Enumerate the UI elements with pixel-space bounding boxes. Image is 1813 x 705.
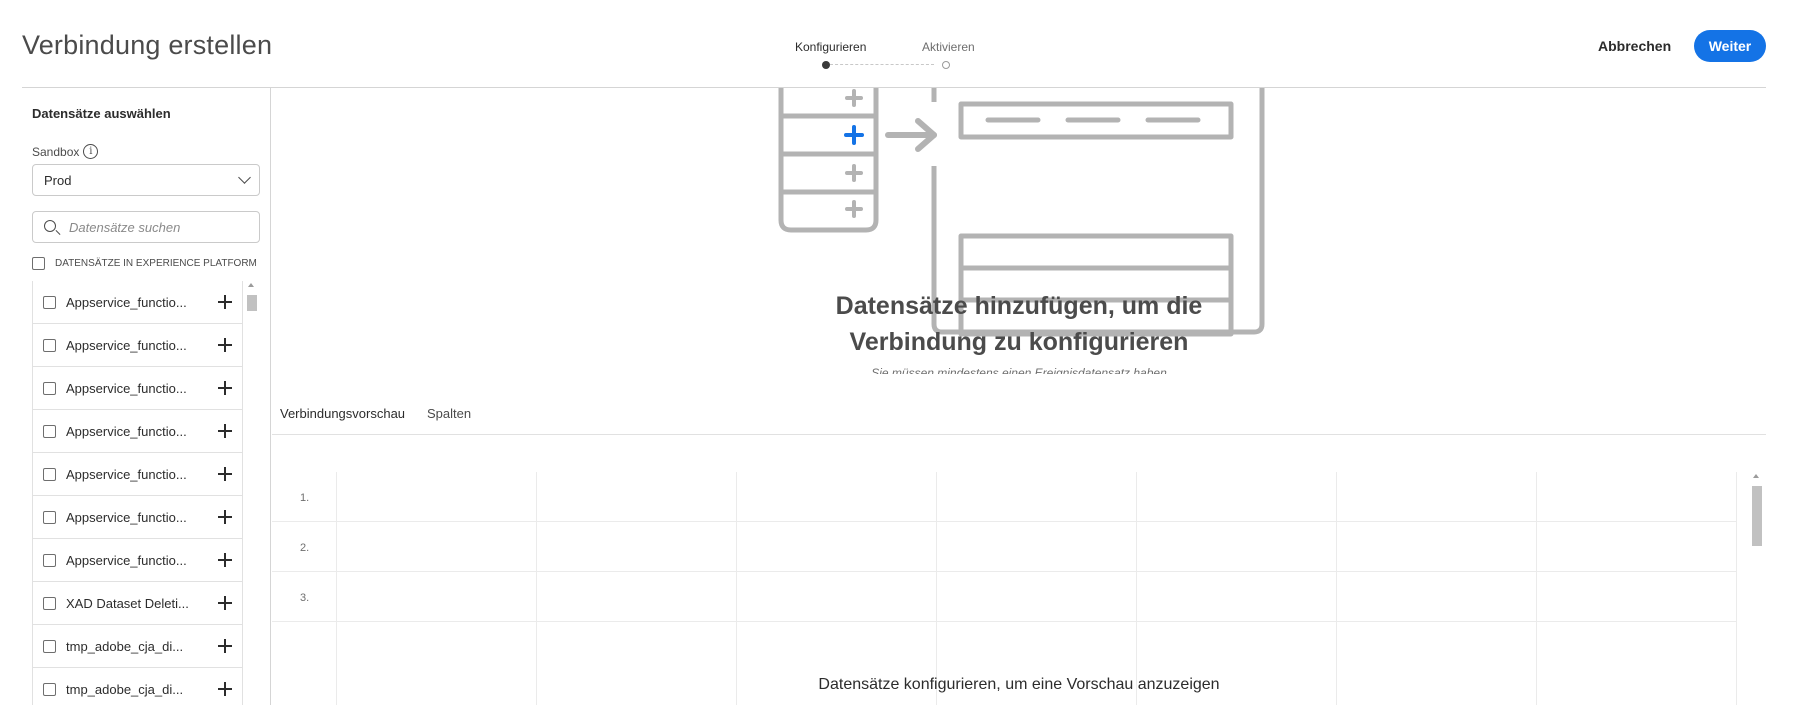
dataset-row[interactable]: Appservice_functio... <box>33 496 242 539</box>
dataset-name: tmp_adobe_cja_di... <box>66 638 184 654</box>
dataset-checkbox[interactable] <box>43 510 56 524</box>
column-divider <box>536 472 537 705</box>
dataset-search-input[interactable]: Datensätze suchen <box>32 211 260 243</box>
step-activate-dot <box>942 61 950 69</box>
sandbox-dropdown[interactable]: Prod <box>32 164 260 196</box>
column-divider <box>736 472 737 705</box>
column-divider <box>1336 472 1337 705</box>
column-divider <box>1536 472 1537 705</box>
dataset-sidebar: Datensätze auswählen Sandbox i Prod Date… <box>22 88 271 705</box>
add-icon[interactable] <box>218 639 232 653</box>
dataset-checkbox[interactable] <box>43 338 56 352</box>
preview-scrollbar[interactable] <box>1750 472 1764 705</box>
tab-columns[interactable]: Spalten <box>427 406 471 434</box>
column-divider <box>936 472 937 705</box>
dataset-checkbox[interactable] <box>43 295 56 309</box>
dataset-list-header-label: DATENSÄTZE IN EXPERIENCE PLATFORM <box>55 257 257 269</box>
connection-canvas: Datensätze hinzufügen, um die Verbindung… <box>272 88 1766 705</box>
dataset-name: Appservice_functio... <box>66 380 187 396</box>
dataset-name: tmp_adobe_cja_di... <box>66 681 184 697</box>
empty-state-title-line1: Datensätze hinzufügen, um die <box>835 292 1203 320</box>
row-number: 2. <box>300 542 310 554</box>
step-connector <box>830 64 934 65</box>
table-row: 2. <box>272 522 1736 572</box>
dataset-row[interactable]: tmp_adobe_cja_di... <box>33 625 242 668</box>
dataset-row[interactable]: Appservice_functio... <box>33 281 242 324</box>
empty-state-subtitle: Sie müssen mindestens einen Ereignisdate… <box>871 366 1167 374</box>
scroll-up-arrow-icon[interactable] <box>248 283 254 287</box>
dataset-list: Appservice_functio... Appservice_functio… <box>32 281 243 705</box>
dataset-name: XAD Dataset Deleti... <box>66 595 189 611</box>
preview-grid: 1. 2. 3. <box>272 472 1737 705</box>
add-icon[interactable] <box>218 510 232 524</box>
dataset-row[interactable]: Appservice_functio... <box>33 453 242 496</box>
dataset-checkbox[interactable] <box>43 381 56 395</box>
dataset-row[interactable]: Appservice_functio... <box>33 410 242 453</box>
dataset-list-scrollbar[interactable] <box>245 281 259 705</box>
dataset-checkbox[interactable] <box>43 424 56 438</box>
header: Verbindung erstellen Konfigurieren Aktiv… <box>0 0 1813 88</box>
row-number: 1. <box>300 492 310 504</box>
dataset-name: Appservice_functio... <box>66 294 187 310</box>
add-icon[interactable] <box>218 467 232 481</box>
dataset-row[interactable]: Appservice_functio... <box>33 367 242 410</box>
dataset-row[interactable]: tmp_adobe_cja_di... <box>33 668 242 705</box>
table-row: 1. <box>272 472 1736 522</box>
dataset-name: Appservice_functio... <box>66 509 187 525</box>
add-icon[interactable] <box>218 295 232 309</box>
dataset-row[interactable]: Appservice_functio... <box>33 324 242 367</box>
sandbox-label: Sandbox <box>32 144 80 159</box>
preview-tabs: Verbindungsvorschau Spalten <box>272 388 1766 436</box>
sandbox-value: Prod <box>44 173 72 188</box>
add-icon[interactable] <box>218 682 232 696</box>
preview-empty-message: Datensätze konfigurieren, um eine Vorsch… <box>818 676 1220 693</box>
add-icon[interactable] <box>218 338 232 352</box>
next-button[interactable]: Weiter <box>1694 30 1766 62</box>
add-icon[interactable] <box>218 596 232 610</box>
search-icon <box>44 220 56 232</box>
dataset-list-header: DATENSÄTZE IN EXPERIENCE PLATFORM <box>32 254 262 272</box>
select-all-checkbox[interactable] <box>32 256 45 270</box>
column-divider <box>1736 472 1737 705</box>
dataset-row[interactable]: Appservice_functio... <box>33 539 242 582</box>
dataset-checkbox[interactable] <box>43 639 56 653</box>
dataset-checkbox[interactable] <box>43 596 56 610</box>
dataset-name: Appservice_functio... <box>66 466 187 482</box>
tab-connection-preview[interactable]: Verbindungsvorschau <box>280 406 406 436</box>
cancel-button[interactable]: Abbrechen <box>1588 30 1681 62</box>
table-row: 3. <box>272 572 1736 622</box>
scroll-up-arrow-icon[interactable] <box>1753 474 1759 478</box>
info-icon[interactable]: i <box>83 144 99 159</box>
dataset-checkbox[interactable] <box>43 467 56 481</box>
step-indicator: Konfigurieren Aktivieren <box>790 40 990 72</box>
step-configure-dot <box>822 61 830 69</box>
step-activate-label: Aktivieren <box>922 40 975 54</box>
scroll-thumb[interactable] <box>247 295 257 311</box>
sidebar-title: Datensätze auswählen <box>32 106 171 121</box>
column-divider <box>1136 472 1137 705</box>
step-configure-label: Konfigurieren <box>795 40 867 54</box>
dataset-row[interactable]: XAD Dataset Deleti... <box>33 582 242 625</box>
dataset-checkbox[interactable] <box>43 682 56 696</box>
page-title: Verbindung erstellen <box>22 30 273 60</box>
add-icon[interactable] <box>218 553 232 567</box>
empty-state-title-line2: Verbindung zu konfigurieren <box>849 328 1189 356</box>
empty-state-title: Datensätze hinzufügen, um die Verbindung… <box>272 288 1766 360</box>
dataset-name: Appservice_functio... <box>66 337 187 353</box>
dataset-name: Appservice_functio... <box>66 552 187 568</box>
sandbox-label-row: Sandbox i <box>32 144 99 159</box>
dataset-name: Appservice_functio... <box>66 423 187 439</box>
chevron-down-icon <box>238 171 251 184</box>
search-placeholder: Datensätze suchen <box>69 220 181 235</box>
scroll-thumb[interactable] <box>1752 486 1762 546</box>
add-icon[interactable] <box>218 424 232 438</box>
row-number: 3. <box>300 592 310 604</box>
add-icon[interactable] <box>218 381 232 395</box>
column-divider <box>336 472 337 705</box>
dataset-checkbox[interactable] <box>43 553 56 567</box>
